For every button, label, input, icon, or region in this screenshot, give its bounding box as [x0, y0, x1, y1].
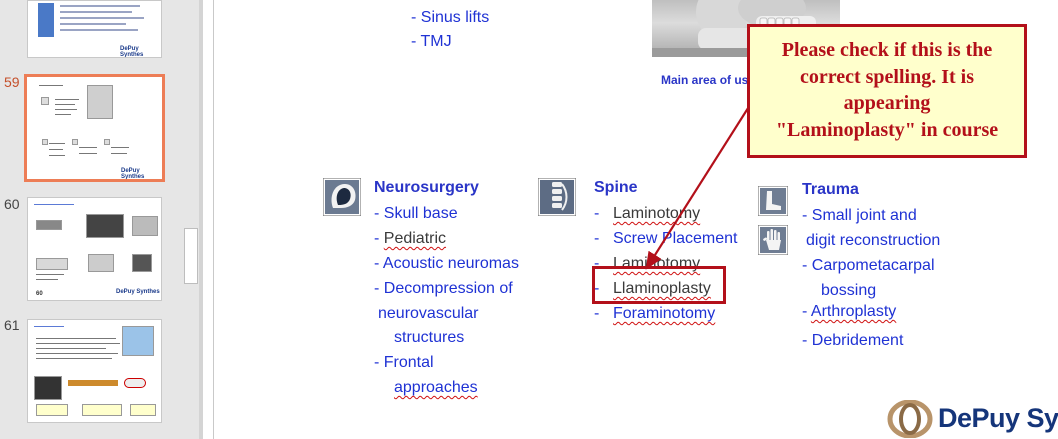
- callout-line: "Laminoplasty" in course: [775, 118, 999, 141]
- callout-line: Please check if this is the: [781, 39, 993, 61]
- callout-line: correct spelling. It is: [799, 65, 975, 88]
- callout-line: appearing: [843, 92, 931, 114]
- depuy-synthes-logo-text: DePuy Syn: [938, 403, 1058, 433]
- depuy-synthes-logo-mark: [887, 399, 933, 439]
- review-comment-callout[interactable]: Please check if this is the correct spel…: [747, 24, 1027, 158]
